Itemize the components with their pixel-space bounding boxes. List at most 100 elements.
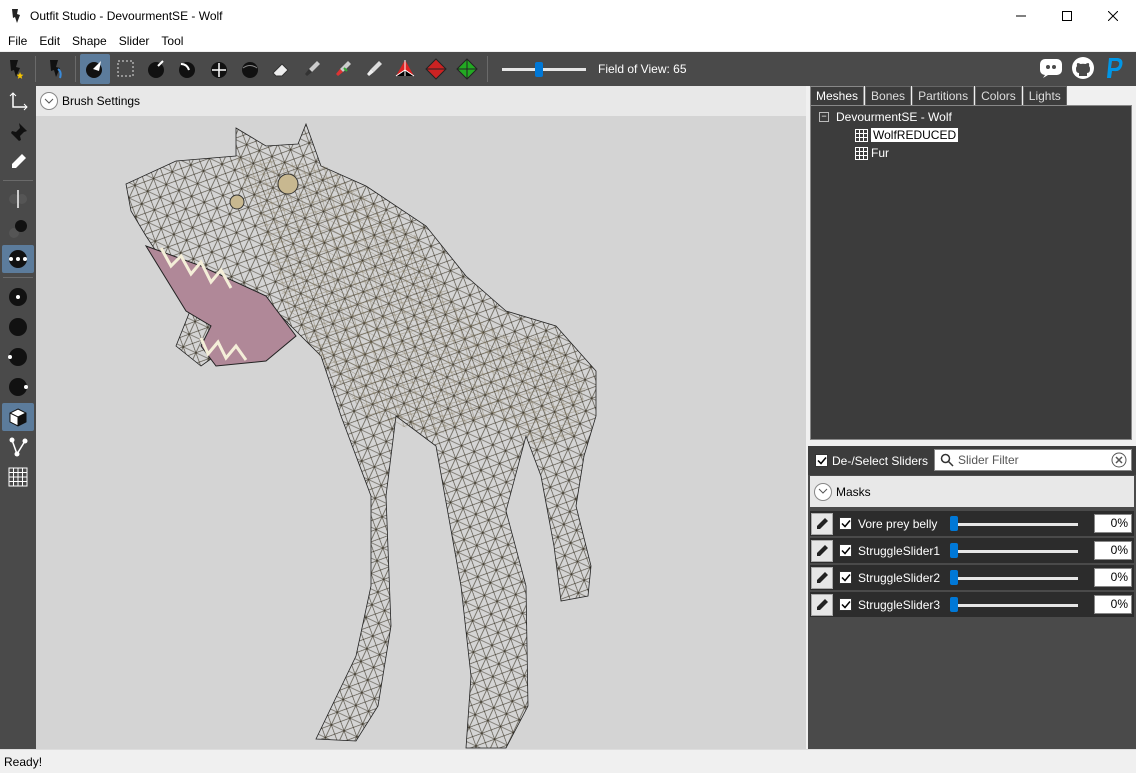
social-links bbox=[1038, 55, 1128, 81]
select-sliders-toggle[interactable]: De-/Select Sliders bbox=[815, 454, 928, 468]
menu-tool[interactable]: Tool bbox=[155, 31, 189, 51]
deflate-brush-icon bbox=[179, 62, 195, 78]
github-icon bbox=[1072, 57, 1094, 79]
pivot-icon bbox=[425, 58, 447, 80]
slider-value-field[interactable]: 0% bbox=[1094, 595, 1132, 614]
color-brush-icon bbox=[336, 61, 351, 76]
paint-brush-icon bbox=[305, 61, 320, 76]
menu-slider[interactable]: Slider bbox=[113, 31, 156, 51]
tree-item-fur[interactable]: Fur bbox=[855, 144, 889, 162]
tab-lights[interactable]: Lights bbox=[1022, 86, 1067, 105]
slider-thumb[interactable] bbox=[950, 542, 958, 558]
maximize-icon bbox=[1062, 10, 1072, 21]
brush-size-large-button[interactable] bbox=[2, 245, 34, 273]
chevron-down-icon[interactable] bbox=[40, 92, 58, 110]
brush-falloff-4-button[interactable] bbox=[2, 373, 34, 401]
pencil-tool-button[interactable] bbox=[2, 148, 34, 176]
minimize-button[interactable] bbox=[998, 0, 1044, 31]
alpha-brush-button[interactable] bbox=[359, 54, 389, 84]
maximize-button[interactable] bbox=[1044, 0, 1090, 31]
slider-edit-button[interactable] bbox=[811, 593, 833, 616]
tab-partitions[interactable]: Partitions bbox=[912, 86, 975, 105]
slider-filter-input[interactable]: Slider Filter bbox=[934, 449, 1132, 471]
slider-control[interactable] bbox=[950, 541, 1078, 561]
tree-item-wolfreduced[interactable]: WolfREDUCED bbox=[855, 126, 959, 144]
cube-view-button[interactable] bbox=[2, 403, 34, 431]
slider-thumb[interactable] bbox=[950, 569, 958, 585]
pin-tool-button[interactable] bbox=[2, 118, 34, 146]
slider-edit-button[interactable] bbox=[811, 539, 833, 562]
pencil-icon bbox=[817, 544, 828, 556]
slider-checkbox[interactable] bbox=[839, 517, 852, 530]
reference-button[interactable] bbox=[40, 54, 70, 84]
tab-meshes[interactable]: Meshes bbox=[810, 86, 865, 105]
fov-slider[interactable] bbox=[502, 59, 586, 79]
masks-label: Masks bbox=[836, 484, 871, 499]
axis-tool-button[interactable] bbox=[2, 88, 34, 116]
pivot-button[interactable] bbox=[421, 54, 451, 84]
brush-falloff-1-button[interactable] bbox=[2, 283, 34, 311]
paint-brush-button[interactable] bbox=[297, 54, 327, 84]
brush-size-medium-button[interactable] bbox=[2, 215, 34, 243]
slider-thumb[interactable] bbox=[950, 596, 958, 612]
paypal-button[interactable] bbox=[1102, 55, 1128, 81]
select-all-checkbox[interactable] bbox=[815, 454, 828, 467]
brush-size-small-button[interactable] bbox=[2, 185, 34, 213]
slider-checkbox[interactable] bbox=[839, 544, 852, 557]
left-toolbar bbox=[0, 86, 36, 749]
deflate-brush-button[interactable] bbox=[173, 54, 203, 84]
tab-colors[interactable]: Colors bbox=[975, 86, 1022, 105]
brush-falloff-2-button[interactable] bbox=[2, 313, 34, 341]
mask-brush-button[interactable] bbox=[111, 54, 141, 84]
main-toolbar: Field of View: 65 bbox=[0, 52, 1136, 86]
slider-row: StruggleSlider3 0% bbox=[810, 592, 1134, 617]
toolbar-separator bbox=[75, 56, 76, 82]
bone-tool-button[interactable] bbox=[2, 433, 34, 461]
masks-section-header[interactable]: Masks bbox=[810, 476, 1134, 507]
color-brush-button[interactable] bbox=[328, 54, 358, 84]
new-project-button[interactable] bbox=[0, 54, 30, 84]
eraser-button[interactable] bbox=[266, 54, 296, 84]
discord-button[interactable] bbox=[1038, 55, 1064, 81]
slider-thumb[interactable] bbox=[950, 515, 958, 531]
menu-edit[interactable]: Edit bbox=[33, 31, 66, 51]
slider-control[interactable] bbox=[950, 595, 1078, 615]
fov-label: Field of View: 65 bbox=[598, 62, 687, 76]
discord-icon bbox=[1040, 59, 1062, 78]
slider-control[interactable] bbox=[950, 568, 1078, 588]
slider-value-field[interactable]: 0% bbox=[1094, 568, 1132, 587]
app-icon bbox=[12, 8, 20, 23]
brush-settings-bar[interactable]: Brush Settings bbox=[36, 86, 806, 116]
clear-filter-icon[interactable] bbox=[1111, 452, 1127, 468]
tree-root-row[interactable]: − DevourmentSE - Wolf bbox=[819, 108, 952, 126]
chevron-down-icon[interactable] bbox=[814, 482, 832, 501]
slider-checkbox[interactable] bbox=[839, 571, 852, 584]
transform-button[interactable] bbox=[390, 54, 420, 84]
brush-falloff-2-icon bbox=[9, 318, 27, 336]
move-brush-button[interactable] bbox=[204, 54, 234, 84]
tab-bones[interactable]: Bones bbox=[865, 86, 912, 105]
collapse-icon[interactable]: − bbox=[819, 112, 829, 122]
status-bar: Ready! bbox=[0, 749, 1136, 773]
smooth-brush-button[interactable] bbox=[235, 54, 265, 84]
slider-edit-button[interactable] bbox=[811, 566, 833, 589]
fov-slider-thumb[interactable] bbox=[535, 62, 543, 77]
slider-edit-button[interactable] bbox=[811, 512, 833, 535]
close-button[interactable] bbox=[1090, 0, 1136, 31]
select-brush-button[interactable] bbox=[80, 54, 110, 84]
menu-file[interactable]: File bbox=[2, 31, 33, 51]
3d-viewport[interactable]: Brush Settings bbox=[36, 86, 806, 749]
vertex-select-button[interactable] bbox=[452, 54, 482, 84]
slider-checkbox[interactable] bbox=[839, 598, 852, 611]
slider-name: StruggleSlider3 bbox=[858, 597, 941, 612]
slider-value-field[interactable]: 0% bbox=[1094, 541, 1132, 560]
slider-name: StruggleSlider2 bbox=[858, 570, 941, 585]
slider-value-field[interactable]: 0% bbox=[1094, 514, 1132, 533]
github-button[interactable] bbox=[1070, 55, 1096, 81]
grid-toggle-button[interactable] bbox=[2, 463, 34, 491]
inflate-brush-button[interactable] bbox=[142, 54, 172, 84]
slider-filter-placeholder: Slider Filter bbox=[958, 453, 1019, 467]
menu-shape[interactable]: Shape bbox=[66, 31, 113, 51]
brush-falloff-3-button[interactable] bbox=[2, 343, 34, 371]
slider-control[interactable] bbox=[950, 514, 1078, 534]
